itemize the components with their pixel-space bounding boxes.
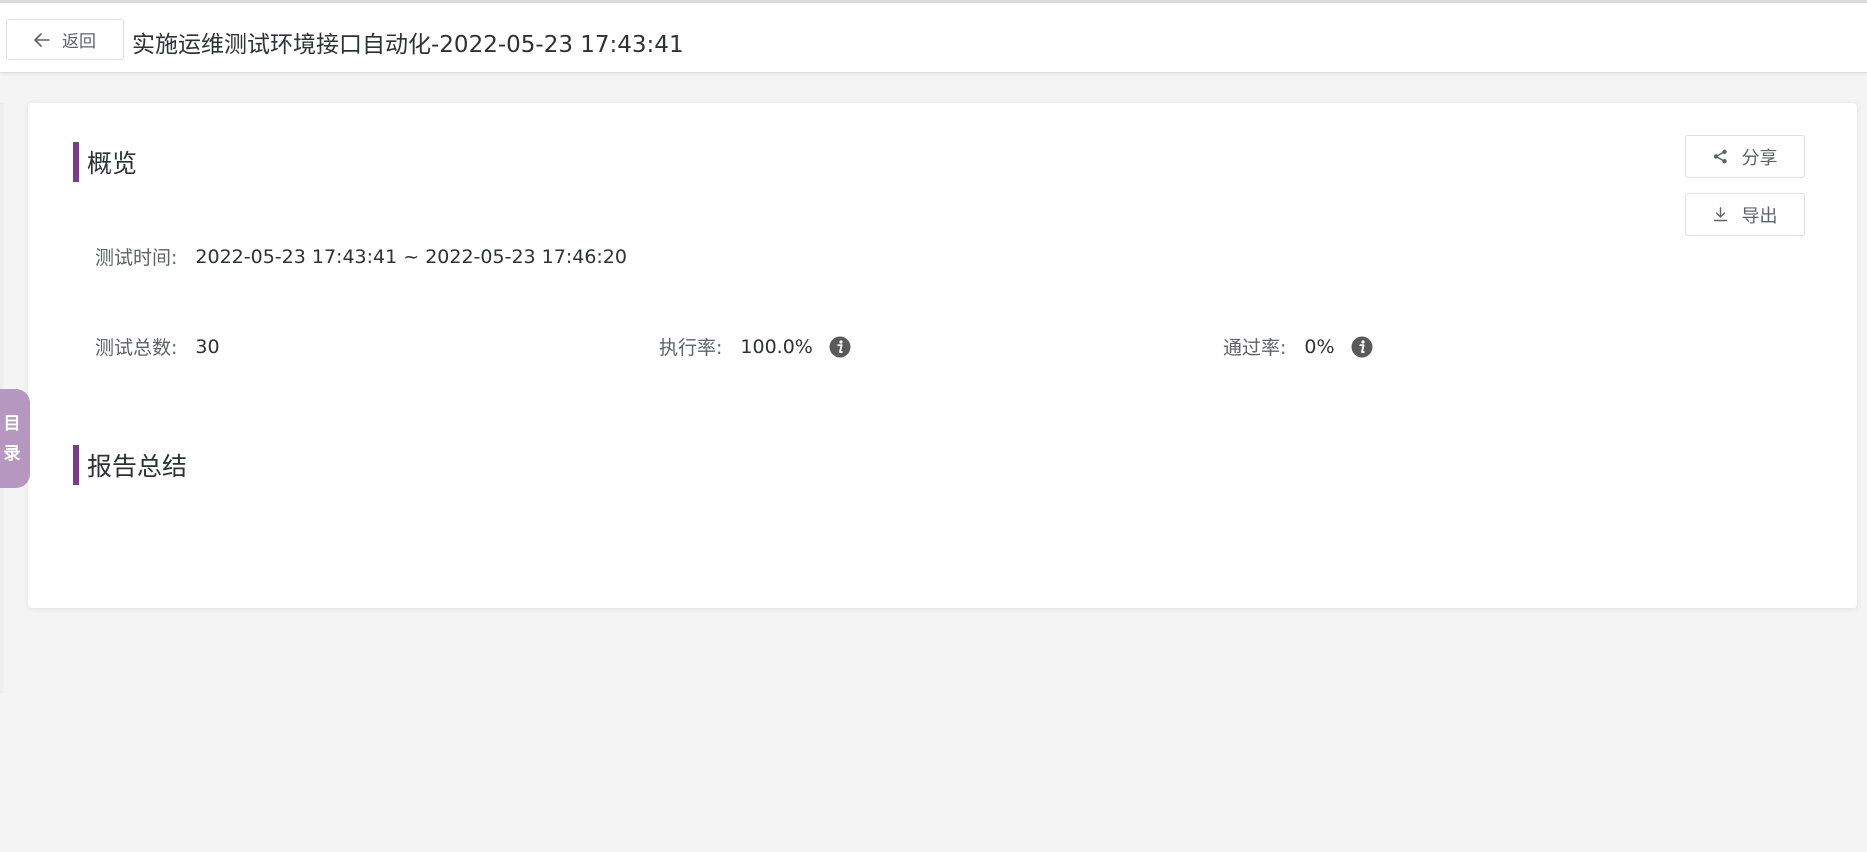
test-time-row: 测试时间: 2022-05-23 17:43:41 ~ 2022-05-23 1… <box>95 243 627 270</box>
summary-heading: 报告总结 <box>73 445 187 485</box>
share-button-label: 分享 <box>1741 147 1778 169</box>
export-button-label: 导出 <box>1741 205 1778 227</box>
exec-rate-label: 执行率: <box>659 337 723 359</box>
total-row: 测试总数: 30 <box>95 333 220 360</box>
overview-heading-bar <box>73 142 79 182</box>
share-button[interactable]: 分享 <box>1685 135 1805 178</box>
share-icon <box>1713 149 1727 164</box>
summary-heading-bar <box>73 445 79 485</box>
exec-rate-info-icon[interactable] <box>829 336 851 358</box>
report-card: 概览 分享 导出 测试时间: 2022-05-23 17:43:41 ~ 202… <box>28 103 1857 608</box>
exec-rate-row: 执行率: 100.0% <box>659 333 851 360</box>
toc-tab-char-2: 录 <box>3 443 21 464</box>
download-icon <box>1713 207 1727 222</box>
page-header: 返回 实施运维测试环境接口自动化-2022-05-23 17:43:41 <box>0 3 1867 73</box>
overview-heading-text: 概览 <box>87 149 138 178</box>
test-time-label: 测试时间: <box>95 247 178 269</box>
page-title: 实施运维测试环境接口自动化-2022-05-23 17:43:41 <box>132 32 684 58</box>
pass-rate-value: 0% <box>1304 335 1335 358</box>
exec-rate-value: 100.0% <box>740 335 813 358</box>
export-button[interactable]: 导出 <box>1685 193 1805 236</box>
back-button-label: 返回 <box>62 32 96 52</box>
pass-rate-info-icon[interactable] <box>1351 336 1373 358</box>
arrow-left-icon <box>34 32 50 47</box>
back-button[interactable]: 返回 <box>6 19 124 60</box>
total-label: 测试总数: <box>95 337 178 359</box>
overview-heading: 概览 <box>73 142 137 182</box>
test-time-value: 2022-05-23 17:43:41 ~ 2022-05-23 17:46:2… <box>195 245 627 268</box>
total-value: 30 <box>195 335 220 358</box>
toc-tab[interactable]: 目 录 <box>0 389 30 488</box>
toc-tab-char-1: 目 <box>3 413 21 434</box>
pass-rate-label: 通过率: <box>1223 337 1287 359</box>
summary-heading-text: 报告总结 <box>87 452 188 481</box>
pass-rate-row: 通过率: 0% <box>1223 333 1373 360</box>
